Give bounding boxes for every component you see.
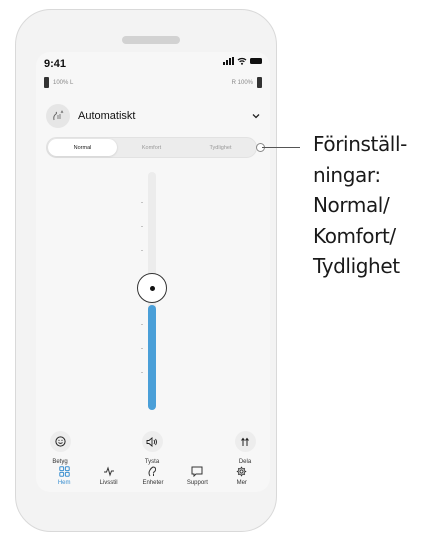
- nav-item-mer[interactable]: Mer: [222, 464, 262, 492]
- battery-right-icon: [257, 77, 262, 88]
- nav-item-enheter[interactable]: Enheter: [133, 464, 173, 492]
- chevron-down-icon: [252, 111, 260, 121]
- nav-label-livsstil: Livsstil: [99, 480, 118, 486]
- volume-slider-fill: [148, 305, 156, 410]
- status-icons: [223, 57, 262, 65]
- program-selector[interactable]: Automatiskt: [46, 103, 260, 129]
- wifi-icon: [237, 57, 247, 65]
- app-screen: 9:41 100% L R 100% Automatiskt Normal Ko…: [36, 52, 270, 492]
- program-title: Automatiskt: [78, 110, 136, 122]
- speaker-icon: [141, 431, 163, 452]
- activity-icon: [103, 466, 114, 477]
- callout-line-2: ningar:: [313, 162, 381, 187]
- battery-left-label: 100% L: [53, 79, 74, 86]
- gear-icon: [237, 466, 247, 477]
- nav-item-support[interactable]: Support: [177, 464, 217, 492]
- callout-line: [262, 147, 300, 148]
- volume-slider-thumb[interactable]: [137, 273, 167, 303]
- status-time: 9:41: [44, 58, 67, 70]
- callout-line-1: Förinställ-: [313, 132, 407, 156]
- thumb-dot: [149, 285, 155, 291]
- battery-left: 100% L: [44, 77, 73, 88]
- hearing-aid-icon: [148, 466, 157, 477]
- slider-tick: [141, 372, 143, 373]
- slider-tick: [141, 348, 143, 349]
- battery-right-label: R 100%: [231, 79, 253, 86]
- preset-segmented-control: Normal Komfort Tydlighet: [46, 137, 257, 158]
- nav-label-support: Support: [186, 480, 208, 486]
- nav-label-mer: Mer: [236, 480, 247, 486]
- action-rate[interactable]: Betyg: [40, 431, 80, 465]
- chat-icon: [191, 466, 203, 477]
- nav-label-enheter: Enheter: [142, 480, 164, 486]
- nav-item-livsstil[interactable]: Livsstil: [89, 464, 129, 492]
- phone-speaker: [122, 36, 180, 44]
- callout-line-5: Tydlighet: [313, 254, 400, 278]
- callout-line-3: Normal/: [313, 193, 390, 217]
- slider-tick: [141, 250, 143, 251]
- home-grid-icon: [58, 466, 70, 477]
- bottom-nav: Hem Livsstil Enheter Support Mer: [36, 464, 270, 492]
- slider-tick: [141, 226, 143, 227]
- slider-tick: [141, 324, 143, 325]
- preset-tab-normal[interactable]: Normal: [48, 139, 117, 156]
- split-icon: [234, 431, 256, 452]
- callout-text: Förinställ- ningar: Normal/ Komfort/ Tyd…: [313, 129, 433, 282]
- battery-right: R 100%: [232, 77, 262, 88]
- action-split[interactable]: Dela: [225, 431, 265, 465]
- nav-item-hem[interactable]: Hem: [44, 464, 84, 492]
- callout-line-4: Komfort/: [313, 223, 396, 248]
- signal-icon: [223, 57, 234, 65]
- slider-tick: [141, 202, 143, 203]
- nav-label-hem: Hem: [57, 480, 71, 486]
- phone-battery-icon: [250, 58, 262, 64]
- smiley-icon: [49, 431, 71, 452]
- battery-left-icon: [44, 77, 49, 88]
- preset-tab-tydlighet[interactable]: Tydlighet: [186, 139, 255, 156]
- action-mute[interactable]: Tysta: [132, 431, 172, 465]
- auto-program-icon: [46, 104, 70, 128]
- preset-tab-komfort[interactable]: Komfort: [117, 139, 186, 156]
